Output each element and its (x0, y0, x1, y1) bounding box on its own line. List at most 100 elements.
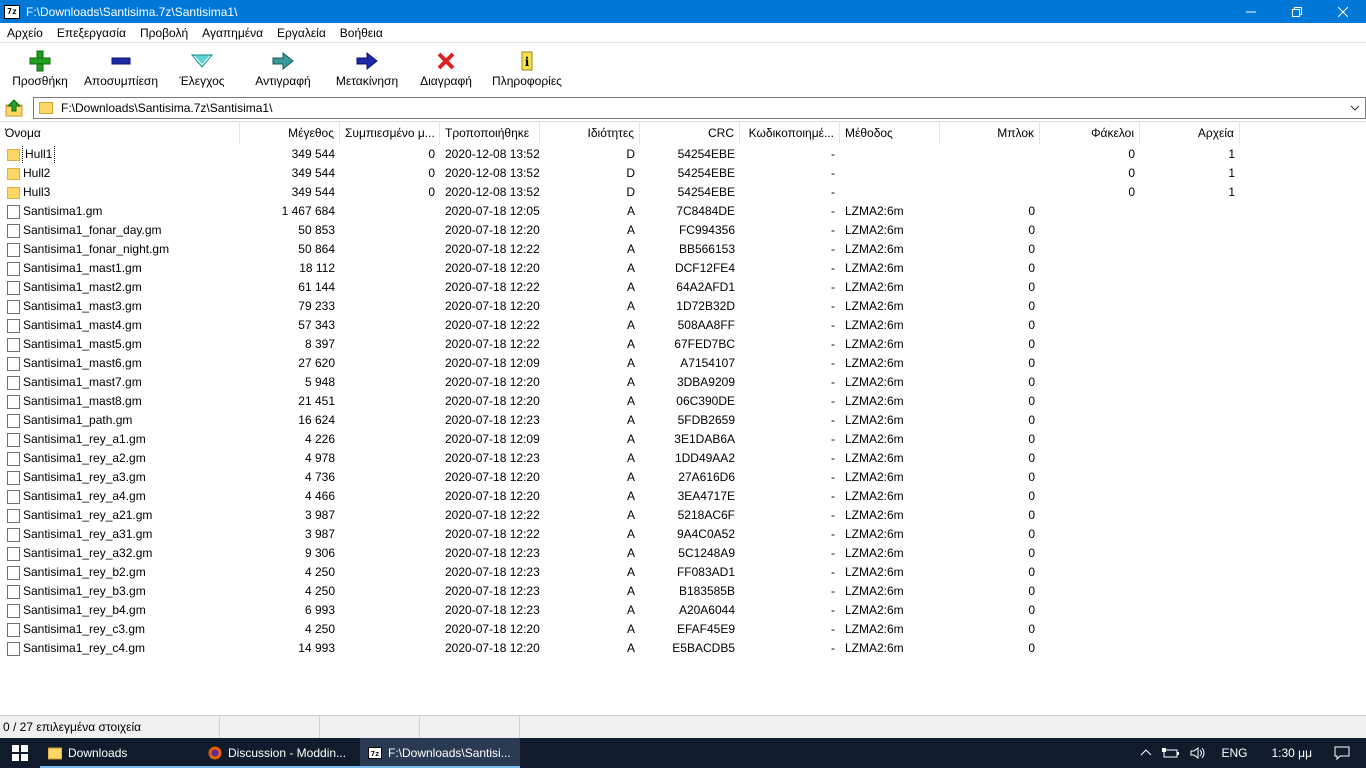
column-header-files[interactable]: Αρχεία (1140, 122, 1240, 144)
cell-name[interactable]: Santisima1_rey_a31.gm (0, 525, 240, 544)
cell-name[interactable]: Santisima1_rey_c3.gm (0, 620, 240, 639)
show-hidden-icons-button[interactable] (1135, 747, 1157, 759)
column-header-encrypted[interactable]: Κωδικοποιημέ... (740, 122, 840, 144)
restore-button[interactable] (1274, 0, 1320, 23)
cell-name[interactable]: Santisima1.gm (0, 202, 240, 221)
info-button[interactable]: i Πληροφορίες (482, 44, 572, 96)
column-header-packed-size[interactable]: Συμπιεσμένο μ... (340, 122, 440, 144)
table-row[interactable]: Santisima1_mast3.gm 79 233 2020-07-18 12:2… (0, 297, 1366, 316)
test-button[interactable]: Έλεγχος (162, 44, 242, 96)
chevron-down-icon[interactable] (1349, 102, 1361, 114)
menu-edit[interactable]: Επεξεργασία (50, 23, 133, 43)
cell-name[interactable]: Santisima1_rey_a32.gm (0, 544, 240, 563)
column-header-crc[interactable]: CRC (640, 122, 740, 144)
path-combobox[interactable]: F:\Downloads\Santisima.7z\Santisima1\ (33, 97, 1366, 119)
table-row[interactable]: Santisima1.gm 1 467 684 2020-07-18 12:05 A 7… (0, 202, 1366, 221)
table-row[interactable]: Hull2 349 544 0 2020-12-08 13:52 D 54254EBE - 0… (0, 164, 1366, 183)
menu-help[interactable]: Βοήθεια (333, 23, 390, 43)
file-icon (7, 432, 20, 447)
table-row[interactable]: Santisima1_fonar_night.gm 50 864 2020-07-1… (0, 240, 1366, 259)
table-row[interactable]: Santisima1_mast5.gm 8 397 2020-07-18 12:22… (0, 335, 1366, 354)
cell-name[interactable]: Santisima1_mast6.gm (0, 354, 240, 373)
cell-name[interactable]: Santisima1_path.gm (0, 411, 240, 430)
cell-name[interactable]: Santisima1_rey_a4.gm (0, 487, 240, 506)
column-header-attributes[interactable]: Ιδιότητες (540, 122, 640, 144)
table-row[interactable]: Santisima1_mast2.gm 61 144 2020-07-18 12:2… (0, 278, 1366, 297)
table-row[interactable]: Santisima1_rey_a31.gm 3 987 2020-07-18 12:… (0, 525, 1366, 544)
cell-name[interactable]: Santisima1_rey_a3.gm (0, 468, 240, 487)
cell-name[interactable]: Santisima1_mast3.gm (0, 297, 240, 316)
cell-name[interactable]: Santisima1_fonar_day.gm (0, 221, 240, 240)
delete-button[interactable]: Διαγραφή (410, 44, 482, 96)
volume-icon[interactable] (1185, 747, 1211, 759)
column-header-name[interactable]: Όνομα (0, 122, 240, 144)
cell-name[interactable]: Hull2 (0, 164, 240, 183)
menu-tools[interactable]: Εργαλεία (270, 23, 333, 43)
cell-name[interactable]: Santisima1_mast7.gm (0, 373, 240, 392)
column-header-block[interactable]: Μπλοκ (940, 122, 1040, 144)
table-row[interactable]: Santisima1_mast1.gm 18 112 2020-07-18 12:2… (0, 259, 1366, 278)
file-list[interactable]: Όνομα Μέγεθος Συμπιεσμένο μ... Τροποποιή… (0, 121, 1366, 715)
cell-folders (1040, 297, 1140, 316)
battery-icon[interactable] (1157, 747, 1185, 759)
cell-name[interactable]: Santisima1_mast8.gm (0, 392, 240, 411)
table-row[interactable]: Hull1 349 544 0 2020-12-08 13:52 D 54254EBE - 0… (0, 145, 1366, 164)
menu-favorites[interactable]: Αγαπημένα (195, 23, 270, 43)
cell-name[interactable]: Santisima1_rey_a1.gm (0, 430, 240, 449)
taskbar-item-downloads[interactable]: Downloads (40, 738, 200, 768)
table-row[interactable]: Santisima1_path.gm 16 624 2020-07-18 12:23… (0, 411, 1366, 430)
table-row[interactable]: Santisima1_fonar_day.gm 50 853 2020-07-18 … (0, 221, 1366, 240)
cell-name[interactable]: Santisima1_rey_b3.gm (0, 582, 240, 601)
table-row[interactable]: Santisima1_rey_a1.gm 4 226 2020-07-18 12:0… (0, 430, 1366, 449)
language-indicator[interactable]: ENG (1211, 746, 1257, 760)
extract-button[interactable]: Αποσυμπίεση (80, 44, 162, 96)
cell-folders (1040, 259, 1140, 278)
table-row[interactable]: Santisima1_rey_a2.gm 4 978 2020-07-18 12:2… (0, 449, 1366, 468)
table-row[interactable]: Santisima1_mast8.gm 21 451 2020-07-18 12:2… (0, 392, 1366, 411)
cell-name[interactable]: Santisima1_rey_a21.gm (0, 506, 240, 525)
table-row[interactable]: Santisima1_rey_c4.gm 14 993 2020-07-18 12:… (0, 639, 1366, 658)
taskbar-item-7zip[interactable]: 7z F:\Downloads\Santisi... (360, 738, 520, 768)
table-row[interactable]: Santisima1_rey_b4.gm 6 993 2020-07-18 12:2… (0, 601, 1366, 620)
svg-text:7z: 7z (371, 750, 379, 758)
clock[interactable]: 1:30 μμ (1257, 746, 1326, 760)
cell-name[interactable]: Santisima1_mast5.gm (0, 335, 240, 354)
start-button[interactable] (0, 738, 40, 768)
table-row[interactable]: Santisima1_mast6.gm 27 620 2020-07-18 12:0… (0, 354, 1366, 373)
cell-name[interactable]: Santisima1_rey_b2.gm (0, 563, 240, 582)
cell-name[interactable]: Santisima1_mast2.gm (0, 278, 240, 297)
7zip-app-icon[interactable]: 7z (4, 4, 20, 19)
cell-name[interactable]: Santisima1_mast1.gm (0, 259, 240, 278)
table-row[interactable]: Santisima1_rey_a3.gm 4 736 2020-07-18 12:2… (0, 468, 1366, 487)
column-header-method[interactable]: Μέθοδος (840, 122, 940, 144)
cell-name[interactable]: Santisima1_fonar_night.gm (0, 240, 240, 259)
cell-name[interactable]: Santisima1_rey_b4.gm (0, 601, 240, 620)
menu-view[interactable]: Προβολή (133, 23, 195, 43)
column-header-modified[interactable]: Τροποποιήθηκε (440, 122, 540, 144)
table-row[interactable]: Santisima1_rey_c3.gm 4 250 2020-07-18 12:2… (0, 620, 1366, 639)
move-button[interactable]: Μετακίνηση (324, 44, 410, 96)
minimize-button[interactable] (1228, 0, 1274, 23)
taskbar-item-firefox[interactable]: Discussion - Moddin... (200, 738, 360, 768)
up-folder-button[interactable] (2, 97, 26, 119)
column-header-size[interactable]: Μέγεθος (240, 122, 340, 144)
cell-name[interactable]: Hull3 (0, 183, 240, 202)
cell-name[interactable]: Santisima1_mast4.gm (0, 316, 240, 335)
table-row[interactable]: Santisima1_mast4.gm 57 343 2020-07-18 12:2… (0, 316, 1366, 335)
copy-button[interactable]: Αντιγραφή (242, 44, 324, 96)
cell-name[interactable]: Santisima1_rey_c4.gm (0, 639, 240, 658)
close-button[interactable] (1320, 0, 1366, 23)
action-center-button[interactable] (1326, 746, 1366, 760)
menu-file[interactable]: Αρχείο (0, 23, 50, 43)
add-button[interactable]: Προσθήκη (0, 44, 80, 96)
table-row[interactable]: Hull3 349 544 0 2020-12-08 13:52 D 54254EBE - 0… (0, 183, 1366, 202)
column-header-folders[interactable]: Φάκελοι (1040, 122, 1140, 144)
table-row[interactable]: Santisima1_rey_a21.gm 3 987 2020-07-18 12:… (0, 506, 1366, 525)
table-row[interactable]: Santisima1_mast7.gm 5 948 2020-07-18 12:20… (0, 373, 1366, 392)
table-row[interactable]: Santisima1_rey_a4.gm 4 466 2020-07-18 12:2… (0, 487, 1366, 506)
table-row[interactable]: Santisima1_rey_a32.gm 9 306 2020-07-18 12:… (0, 544, 1366, 563)
cell-name[interactable]: Santisima1_rey_a2.gm (0, 449, 240, 468)
cell-name[interactable]: Hull1 (0, 145, 240, 164)
table-row[interactable]: Santisima1_rey_b2.gm 4 250 2020-07-18 12:2… (0, 563, 1366, 582)
table-row[interactable]: Santisima1_rey_b3.gm 4 250 2020-07-18 12:2… (0, 582, 1366, 601)
